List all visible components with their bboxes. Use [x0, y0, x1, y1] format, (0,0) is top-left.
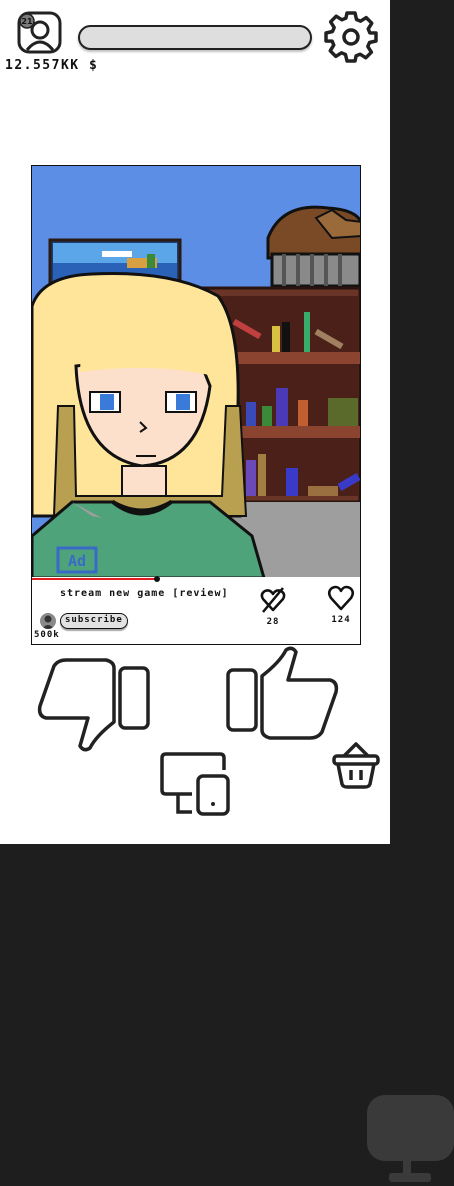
user-profile-icon: 21: [17, 11, 62, 54]
stream-title: stream new game [review]: [60, 588, 229, 599]
dislike-stat[interactable]: 28: [258, 586, 288, 627]
dislike-button[interactable]: [36, 656, 152, 752]
thumbs-up-icon: [226, 646, 339, 740]
xp-progress-bar: [78, 25, 312, 50]
monitor-icon: [367, 1095, 454, 1182]
devices-button[interactable]: [158, 748, 234, 818]
like-button[interactable]: [224, 646, 340, 742]
game-screen: 21 12.557KK $ Ad stream new game [review…: [0, 0, 390, 844]
subscribe-button[interactable]: subscribe: [60, 613, 128, 629]
svg-text:21: 21: [21, 17, 33, 26]
settings-button[interactable]: [324, 10, 378, 64]
dislike-count: 28: [266, 617, 280, 627]
like-stat[interactable]: 124: [324, 584, 358, 625]
video-progress-knob[interactable]: [153, 576, 160, 582]
heart-icon: [328, 585, 354, 611]
shop-button[interactable]: [330, 740, 382, 790]
subscriber-count: 500k: [34, 630, 60, 640]
floating-monitor-widget[interactable]: [367, 1095, 454, 1182]
streamer-avatar: [32, 272, 266, 578]
like-count: 124: [331, 615, 351, 625]
user-silhouette-icon: [42, 615, 54, 629]
channel-avatar: [40, 613, 56, 629]
thumbs-down-icon: [37, 658, 150, 752]
basket-icon: [332, 742, 380, 789]
svg-text:Ad: Ad: [68, 552, 86, 570]
money-counter: 12.557KK $: [5, 58, 99, 73]
stream-card[interactable]: Ad stream new game [review] subscribe 50…: [31, 165, 361, 645]
video-progress-bar[interactable]: [32, 576, 360, 582]
streamer-scene: Ad: [32, 166, 360, 578]
video-progress-played: [32, 578, 157, 580]
devices-icon: [160, 752, 230, 816]
broken-heart-icon: [260, 587, 286, 613]
cat-basket: [266, 205, 360, 288]
profile-button[interactable]: 21: [16, 10, 64, 56]
gear-icon: [324, 11, 378, 63]
